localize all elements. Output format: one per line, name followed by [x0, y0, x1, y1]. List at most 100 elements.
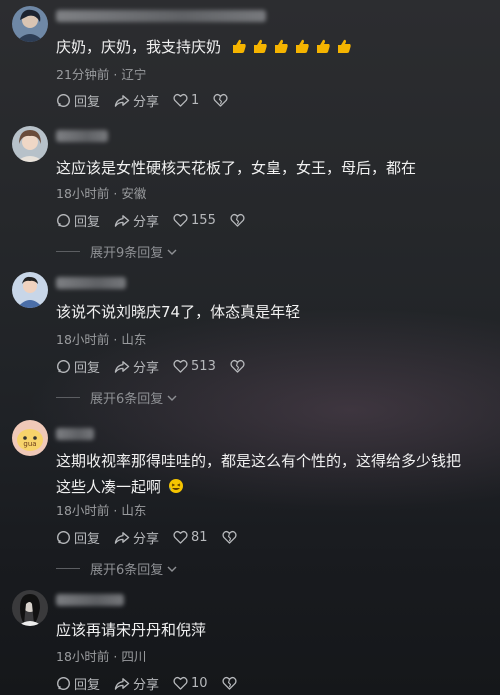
dislike-button[interactable] [230, 359, 245, 373]
heart-icon [173, 213, 188, 227]
expand-replies-button[interactable]: 展开6条回复 [56, 388, 177, 407]
reply-icon [57, 530, 70, 544]
share-button[interactable]: 分享 [114, 211, 159, 230]
thumbs-up-emoji [295, 39, 309, 53]
comment-text: 这应该是女性硬核天花板了，女皇，女王，母后，都在 [56, 159, 417, 177]
comment-meta: 18小时前 · 山东 [56, 503, 147, 518]
thumbs-up-emoji-row [226, 38, 352, 56]
chevron-down-icon [167, 249, 177, 255]
reply-icon [57, 213, 70, 227]
comment-time: 18小时前 [56, 649, 110, 664]
divider [56, 251, 80, 252]
username[interactable] [56, 10, 266, 22]
like-button[interactable]: 1 [173, 93, 199, 108]
thumbs-up-emoji [316, 39, 330, 53]
comment-text: 该说不说刘晓庆74了，体态真是年轻 [56, 303, 301, 321]
avatar[interactable]: gua [12, 420, 48, 456]
comment-actions: 回复 分享 81 [56, 527, 237, 547]
like-count: 10 [191, 675, 208, 691]
chevron-down-icon [167, 395, 177, 401]
divider [56, 397, 80, 398]
reply-icon [57, 676, 70, 690]
comment-time: 18小时前 [56, 332, 110, 347]
reply-label: 回复 [74, 677, 101, 693]
share-icon [114, 531, 130, 544]
reply-label: 回复 [74, 214, 101, 230]
thumbs-up-emoji [337, 39, 351, 53]
comment-location: 安徽 [121, 186, 147, 201]
dislike-button[interactable] [213, 93, 228, 107]
avatar[interactable] [12, 6, 48, 42]
share-button[interactable]: 分享 [114, 357, 159, 376]
heart-icon [173, 359, 188, 373]
reply-label: 回复 [74, 531, 101, 547]
comment-text-line: 这些人凑一起啊 [56, 474, 486, 500]
dislike-icon [230, 359, 245, 373]
comment-location: 四川 [121, 649, 147, 664]
share-icon [114, 94, 130, 107]
reply-button[interactable]: 回复 [56, 528, 100, 547]
dislike-icon [222, 676, 237, 690]
comment-location: 山东 [121, 332, 147, 347]
username[interactable] [56, 277, 126, 289]
share-button[interactable]: 分享 [114, 91, 159, 110]
comment-actions: 回复 分享 1 [56, 90, 228, 110]
reply-button[interactable]: 回复 [56, 357, 100, 376]
dislike-button[interactable] [222, 676, 237, 690]
expand-replies-label: 展开6条回复 [90, 392, 164, 407]
like-count: 155 [191, 212, 216, 228]
username[interactable] [56, 428, 94, 440]
reply-button[interactable]: 回复 [56, 91, 100, 110]
thumbs-up-emoji [253, 39, 267, 53]
share-icon [114, 677, 130, 690]
comment-text-line: 这期收视率那得哇哇的，都是这么有个性的，这得给多少钱把 [56, 452, 462, 470]
expand-replies-label: 展开6条回复 [90, 563, 164, 578]
thumbs-up-emoji [232, 39, 246, 53]
comment-time: 18小时前 [56, 503, 110, 518]
share-icon [114, 214, 130, 227]
thumbs-up-emoji [274, 39, 288, 53]
dislike-button[interactable] [222, 530, 237, 544]
reply-icon [57, 359, 70, 373]
laughing-emoji [168, 479, 183, 493]
like-button[interactable]: 10 [173, 676, 208, 691]
avatar[interactable] [12, 126, 48, 162]
comment-text: 庆奶，庆奶，我支持庆奶 [56, 34, 486, 60]
reply-icon [57, 93, 70, 107]
share-label: 分享 [133, 677, 160, 693]
comment-time: 18小时前 [56, 186, 110, 201]
chevron-down-icon [167, 566, 177, 572]
share-button[interactable]: 分享 [114, 528, 159, 547]
dislike-icon [222, 530, 237, 544]
username[interactable] [56, 130, 108, 142]
expand-replies-button[interactable]: 展开6条回复 [56, 559, 177, 578]
avatar[interactable] [12, 590, 48, 626]
dislike-button[interactable] [230, 213, 245, 227]
avatar[interactable] [12, 272, 48, 308]
reply-button[interactable]: 回复 [56, 211, 100, 230]
heart-icon [173, 676, 188, 690]
reply-button[interactable]: 回复 [56, 674, 100, 693]
like-button[interactable]: 513 [173, 359, 216, 374]
comment-meta: 18小时前 · 山东 [56, 332, 147, 347]
dislike-icon [213, 93, 228, 107]
share-label: 分享 [133, 94, 160, 110]
divider [56, 568, 80, 569]
comment-text: 这期收视率那得哇哇的，都是这么有个性的，这得给多少钱把 这些人凑一起啊 [56, 448, 486, 500]
share-icon [114, 360, 130, 373]
comment-actions: 回复 分享 155 [56, 210, 245, 230]
share-label: 分享 [133, 531, 160, 547]
like-button[interactable]: 155 [173, 213, 216, 228]
comment-actions: 回复 分享 513 [56, 356, 245, 376]
expand-replies-button[interactable]: 展开9条回复 [56, 242, 177, 261]
like-count: 513 [191, 358, 216, 374]
share-label: 分享 [133, 360, 160, 376]
share-button[interactable]: 分享 [114, 674, 159, 693]
comment-location: 山东 [121, 503, 147, 518]
like-button[interactable]: 81 [173, 530, 208, 545]
share-label: 分享 [133, 214, 160, 230]
username[interactable] [56, 594, 124, 606]
comment-actions: 回复 分享 10 [56, 673, 237, 693]
like-count: 81 [191, 529, 208, 545]
heart-icon [173, 530, 188, 544]
